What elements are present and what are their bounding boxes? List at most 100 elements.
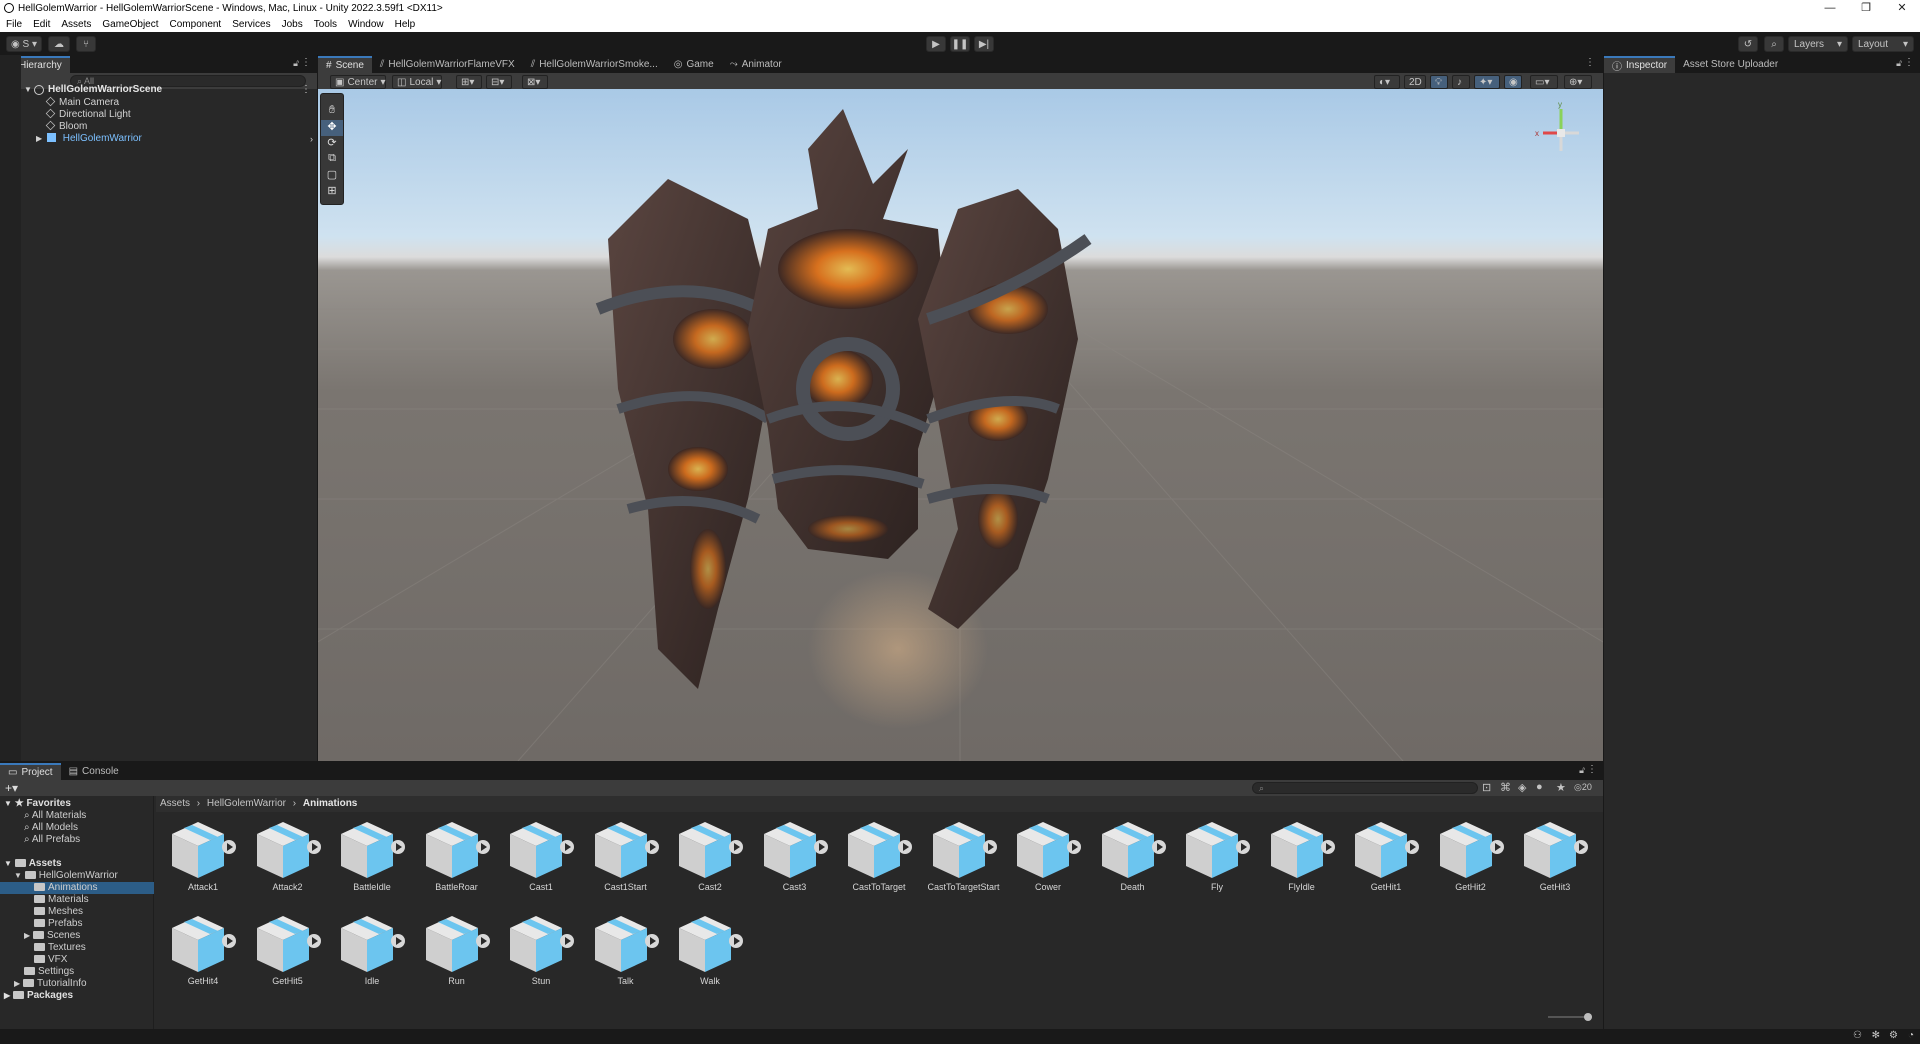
lighting-toggle[interactable]: 💡︎ bbox=[1430, 75, 1448, 89]
tab-animator[interactable]: ⤳ Animator bbox=[722, 56, 790, 73]
scene-row[interactable]: ▼ HellGolemWarriorScene ⋮ bbox=[0, 84, 317, 96]
tab-inspector[interactable]: ⓘ Inspector bbox=[1604, 56, 1676, 73]
favorite-all-prefabs[interactable]: ⌕ All Prefabs bbox=[24, 834, 80, 846]
menu-edit[interactable]: Edit bbox=[33, 19, 50, 30]
animation-clip-asset[interactable]: Attack1 bbox=[168, 818, 238, 900]
tab-console[interactable]: ▤ Console bbox=[61, 763, 127, 780]
animation-clip-asset[interactable]: Talk bbox=[591, 912, 661, 994]
animation-clip-asset[interactable]: Cast1Start bbox=[591, 818, 661, 900]
check-icon[interactable]: ◔ bbox=[1908, 1030, 1914, 1041]
cloud-button[interactable]: ☁ bbox=[48, 36, 70, 52]
star-icon[interactable]: ★ bbox=[1556, 781, 1566, 794]
more-icon[interactable]: ⋮ bbox=[1587, 764, 1597, 775]
project-search-input[interactable]: ⌕ bbox=[1252, 782, 1478, 794]
favorite-all-materials[interactable]: ⌕ All Materials bbox=[24, 810, 86, 822]
animation-clip-asset[interactable]: GetHit2 bbox=[1436, 818, 1506, 900]
rect-tool[interactable]: ▢ bbox=[321, 168, 343, 184]
effects-dropdown[interactable]: ✦▾ bbox=[1474, 75, 1500, 89]
animation-clip-asset[interactable]: GetHit1 bbox=[1351, 818, 1421, 900]
folder-scenes[interactable]: ▶ Scenes bbox=[24, 930, 80, 942]
hierarchy-item-bloom[interactable]: Bloom bbox=[45, 120, 87, 133]
transform-tool[interactable]: ⊞ bbox=[321, 184, 343, 200]
menu-help[interactable]: Help bbox=[395, 19, 416, 30]
hand-tool[interactable]: ✋︎ bbox=[321, 104, 343, 120]
menu-tools[interactable]: Tools bbox=[314, 19, 337, 30]
move-tool[interactable]: ✥ bbox=[321, 120, 343, 136]
search-by-type-icon[interactable]: ⊡ bbox=[1482, 781, 1491, 794]
animation-clip-asset[interactable]: Run bbox=[422, 912, 492, 994]
hidden-packages-icon[interactable]: ◎20 bbox=[1574, 782, 1592, 793]
menu-window[interactable]: Window bbox=[348, 19, 384, 30]
animation-clip-asset[interactable]: Cower bbox=[1013, 818, 1083, 900]
space-dropdown[interactable]: ◫ Local ▾ bbox=[392, 75, 442, 89]
folder-vfx[interactable]: VFX bbox=[34, 954, 67, 966]
breadcrumb-hellgolemwarrior[interactable]: HellGolemWarrior bbox=[207, 798, 286, 809]
gizmos-dropdown[interactable]: ⊕▾ bbox=[1564, 75, 1592, 89]
animation-clip-asset[interactable]: Idle bbox=[337, 912, 407, 994]
animation-clip-asset[interactable]: Death bbox=[1098, 818, 1168, 900]
animation-clip-asset[interactable]: Cast2 bbox=[675, 818, 745, 900]
scale-tool[interactable]: ⧉ bbox=[321, 152, 343, 168]
hierarchy-item-directional-light[interactable]: Directional Light bbox=[45, 108, 131, 121]
search-button[interactable]: ⌕ bbox=[1764, 36, 1784, 52]
maximize-button[interactable]: ❐ bbox=[1848, 0, 1884, 16]
favorite-all-models[interactable]: ⌕ All Models bbox=[24, 822, 78, 834]
tab-smoke-vfx[interactable]: ⫽ HellGolemWarriorSmoke... bbox=[523, 56, 666, 73]
account-button[interactable]: ◉ S ▾ bbox=[6, 36, 42, 52]
tab-project[interactable]: ▭ Project bbox=[0, 763, 61, 780]
rotate-tool[interactable]: ⟳ bbox=[321, 136, 343, 152]
breadcrumb-assets[interactable]: Assets bbox=[160, 798, 190, 809]
grid-visibility-button[interactable]: ⊟▾ bbox=[486, 75, 512, 89]
close-button[interactable]: ✕ bbox=[1884, 0, 1920, 16]
tab-flame-vfx[interactable]: ⫽ HellGolemWarriorFlameVFX bbox=[372, 56, 523, 73]
animation-clip-asset[interactable]: CastToTargetStart bbox=[927, 818, 1000, 900]
pivot-mode-dropdown[interactable]: ▣ Center ▾ bbox=[330, 75, 386, 89]
folder-textures[interactable]: Textures bbox=[34, 942, 86, 954]
pause-button[interactable]: ❚❚ bbox=[950, 36, 970, 52]
animation-clip-asset[interactable]: FlyIdle bbox=[1267, 818, 1337, 900]
lock-icon[interactable]: 🔓︎ bbox=[1896, 58, 1902, 69]
lock-icon[interactable]: 🔓︎ bbox=[293, 58, 299, 69]
audio-toggle[interactable]: ♪ bbox=[1452, 75, 1470, 89]
favorites-header[interactable]: ▼ ★ Favorites bbox=[4, 798, 71, 810]
animation-clip-asset[interactable]: Cast1 bbox=[506, 818, 576, 900]
packages-root[interactable]: ▶ Packages bbox=[4, 990, 73, 1002]
tag-icon[interactable]: ◈ bbox=[1518, 781, 1526, 794]
more-icon[interactable]: ⋮ bbox=[1585, 57, 1595, 68]
animation-clip-asset[interactable]: Fly bbox=[1182, 818, 1252, 900]
tab-asset-store-uploader[interactable]: Asset Store Uploader bbox=[1675, 56, 1786, 73]
hierarchy-item-hellgolemwarrior[interactable]: ▶ HellGolemWarrior › bbox=[36, 133, 317, 145]
animation-clip-asset[interactable]: Attack2 bbox=[253, 818, 323, 900]
create-asset-button[interactable]: +▾ bbox=[5, 781, 18, 795]
animation-clip-asset[interactable]: Stun bbox=[506, 912, 576, 994]
layers-dropdown[interactable]: Layers ▾ bbox=[1788, 36, 1848, 52]
toggle-2d-button[interactable]: 2D bbox=[1404, 75, 1426, 89]
lock-icon[interactable]: 🔓︎ bbox=[1579, 765, 1585, 776]
info-toggle-icon[interactable]: ● bbox=[1536, 781, 1543, 793]
camera-settings-dropdown[interactable]: ▭▾ bbox=[1530, 75, 1558, 89]
folder-hellgolemwarrior[interactable]: ▼ HellGolemWarrior bbox=[14, 870, 118, 882]
folder-settings[interactable]: Settings bbox=[24, 966, 74, 978]
animation-clip-asset[interactable]: CastToTarget bbox=[844, 818, 914, 900]
more-icon[interactable]: ⋮ bbox=[301, 84, 311, 96]
folder-animations[interactable]: Animations bbox=[0, 882, 154, 894]
animation-clip-asset[interactable]: GetHit4 bbox=[168, 912, 238, 994]
menu-component[interactable]: Component bbox=[170, 19, 222, 30]
animation-clip-asset[interactable]: Cast3 bbox=[760, 818, 830, 900]
undo-history-button[interactable]: ↺ bbox=[1738, 36, 1758, 52]
bug-icon[interactable]: ✻ bbox=[1872, 1030, 1880, 1041]
folder-materials[interactable]: Materials bbox=[34, 894, 89, 906]
more-icon[interactable]: ⋮ bbox=[301, 57, 311, 68]
zoom-slider-handle[interactable] bbox=[1584, 1013, 1592, 1021]
chevron-right-icon[interactable]: › bbox=[310, 133, 313, 145]
breadcrumb-animations[interactable]: Animations bbox=[303, 798, 357, 809]
menu-services[interactable]: Services bbox=[232, 19, 270, 30]
menu-assets[interactable]: Assets bbox=[61, 19, 91, 30]
hidden-objects-toggle[interactable]: ◉ bbox=[1504, 75, 1522, 89]
animation-clip-asset[interactable]: GetHit5 bbox=[253, 912, 323, 994]
tab-scene[interactable]: # Scene bbox=[318, 56, 372, 73]
step-button[interactable]: ▶| bbox=[974, 36, 994, 52]
folder-meshes[interactable]: Meshes bbox=[34, 906, 83, 918]
hierarchy-item-main-camera[interactable]: Main Camera bbox=[45, 96, 119, 109]
more-icon[interactable]: ⋮ bbox=[1904, 57, 1914, 68]
